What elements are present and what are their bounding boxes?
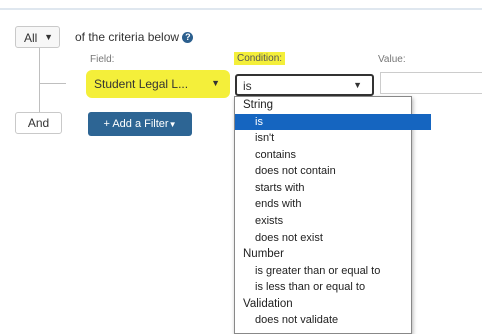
- tree-connector-vertical: [39, 48, 40, 112]
- menu-option-does-not-contain[interactable]: does not contain: [235, 163, 431, 180]
- caret-down-icon: ▼: [44, 32, 53, 42]
- caret-down-icon: ▼: [168, 120, 177, 129]
- field-select-value: Student Legal L...: [94, 77, 189, 91]
- menu-option-starts-with[interactable]: starts with: [235, 180, 431, 197]
- help-icon[interactable]: ?: [182, 32, 194, 44]
- menu-option-does-not-exist[interactable]: does not exist: [235, 230, 431, 247]
- menu-option-is[interactable]: is: [235, 113, 431, 131]
- value-input[interactable]: [380, 72, 482, 94]
- field-label: Field:: [90, 54, 115, 65]
- menu-group-string: String: [243, 99, 274, 111]
- menu-option-isnt[interactable]: isn't: [235, 130, 431, 147]
- menu-group-validation: Validation: [243, 297, 293, 310]
- top-divider: [0, 8, 482, 10]
- condition-select[interactable]: is ▼: [235, 74, 374, 96]
- add-filter-button[interactable]: + Add a Filter▼: [88, 112, 192, 136]
- value-label: Value:: [378, 54, 406, 65]
- condition-dropdown-menu: String is isn't contains does not contai…: [234, 96, 431, 334]
- criteria-label: of the criteria below ?: [75, 30, 194, 44]
- match-all-value: All: [24, 31, 38, 45]
- caret-down-icon: ▼: [211, 78, 220, 88]
- caret-down-icon: ▼: [353, 80, 362, 90]
- menu-option-exists[interactable]: exists: [235, 213, 431, 230]
- menu-option-less-or-equal[interactable]: is less than or equal to: [235, 279, 431, 296]
- condition-select-value: is: [243, 79, 252, 93]
- tree-connector-horizontal: [39, 83, 66, 84]
- add-filter-label: + Add a Filter: [103, 118, 169, 130]
- menu-group-number: Number: [243, 248, 284, 261]
- condition-label: Condition:: [234, 52, 286, 65]
- menu-option-contains[interactable]: contains: [235, 147, 431, 164]
- menu-option-greater-or-equal[interactable]: is greater than or equal to: [235, 263, 431, 280]
- menu-option-ends-with[interactable]: ends with: [235, 196, 431, 213]
- match-all-dropdown[interactable]: All ▼: [15, 26, 60, 48]
- criteria-text: of the criteria below: [75, 30, 180, 44]
- menu-option-does-not-validate[interactable]: does not validate: [235, 312, 431, 329]
- and-label: And: [15, 112, 62, 134]
- field-select[interactable]: Student Legal L... ▼: [86, 70, 230, 98]
